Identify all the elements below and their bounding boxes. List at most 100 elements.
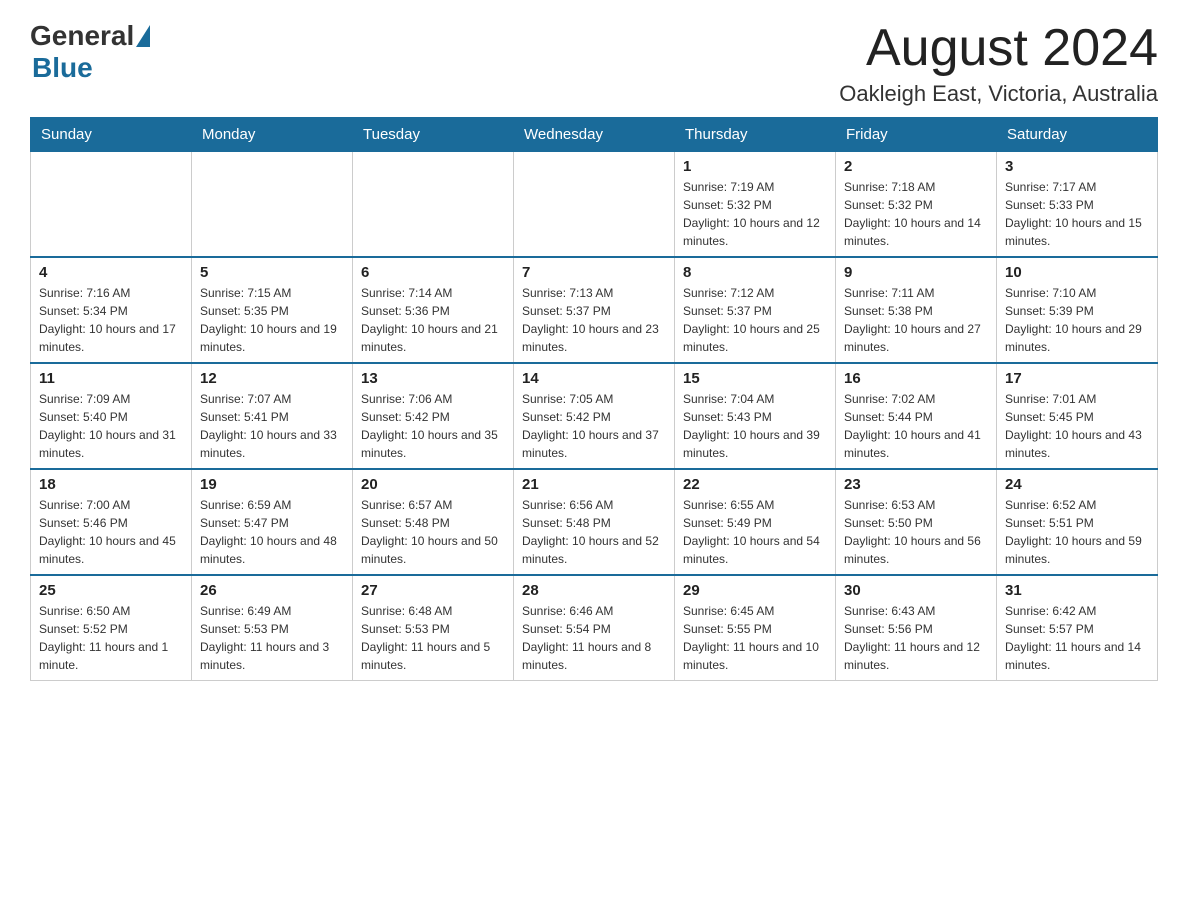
day-number: 24 bbox=[1005, 476, 1149, 493]
day-number: 23 bbox=[844, 476, 988, 493]
calendar-cell: 10 Sunrise: 7:10 AM Sunset: 5:39 PM Dayli… bbox=[997, 257, 1158, 363]
title-block: August 2024 Oakleigh East, Victoria, Aus… bbox=[839, 20, 1158, 107]
calendar-title: August 2024 bbox=[839, 20, 1158, 77]
day-info: Sunrise: 7:18 AM Sunset: 5:32 PM Dayligh… bbox=[844, 178, 988, 250]
calendar-cell: 4 Sunrise: 7:16 AM Sunset: 5:34 PM Daylig… bbox=[31, 257, 192, 363]
calendar-header-row: SundayMondayTuesdayWednesdayThursdayFrid… bbox=[31, 118, 1158, 152]
calendar-cell: 22 Sunrise: 6:55 AM Sunset: 5:49 PM Dayli… bbox=[675, 469, 836, 575]
calendar-cell bbox=[353, 152, 514, 258]
day-info: Sunrise: 6:42 AM Sunset: 5:57 PM Dayligh… bbox=[1005, 602, 1149, 674]
day-number: 2 bbox=[844, 158, 988, 175]
day-number: 13 bbox=[361, 370, 505, 387]
calendar-week-row: 4 Sunrise: 7:16 AM Sunset: 5:34 PM Daylig… bbox=[31, 257, 1158, 363]
calendar-cell: 17Sunrise: 7:01 AM Sunset: 5:45 PM Dayli… bbox=[997, 363, 1158, 469]
calendar-cell: 14 Sunrise: 7:05 AM Sunset: 5:42 PM Dayli… bbox=[514, 363, 675, 469]
day-info: Sunrise: 7:14 AM Sunset: 5:36 PM Dayligh… bbox=[361, 284, 505, 356]
day-info: Sunrise: 6:46 AM Sunset: 5:54 PM Dayligh… bbox=[522, 602, 666, 674]
calendar-cell: 21Sunrise: 6:56 AM Sunset: 5:48 PM Dayli… bbox=[514, 469, 675, 575]
day-info: Sunrise: 6:57 AM Sunset: 5:48 PM Dayligh… bbox=[361, 496, 505, 568]
calendar-cell: 6 Sunrise: 7:14 AM Sunset: 5:36 PM Daylig… bbox=[353, 257, 514, 363]
day-number: 22 bbox=[683, 476, 827, 493]
day-number: 16 bbox=[844, 370, 988, 387]
day-info: Sunrise: 7:07 AM Sunset: 5:41 PM Dayligh… bbox=[200, 390, 344, 462]
day-number: 25 bbox=[39, 582, 183, 599]
day-info: Sunrise: 7:06 AM Sunset: 5:42 PM Dayligh… bbox=[361, 390, 505, 462]
day-number: 12 bbox=[200, 370, 344, 387]
day-number: 27 bbox=[361, 582, 505, 599]
calendar-cell: 31 Sunrise: 6:42 AM Sunset: 5:57 PM Dayli… bbox=[997, 575, 1158, 681]
calendar-cell: 28 Sunrise: 6:46 AM Sunset: 5:54 PM Dayli… bbox=[514, 575, 675, 681]
day-number: 1 bbox=[683, 158, 827, 175]
logo-general-text: General bbox=[30, 20, 134, 52]
calendar-day-header: Friday bbox=[836, 118, 997, 152]
calendar-day-header: Sunday bbox=[31, 118, 192, 152]
day-number: 30 bbox=[844, 582, 988, 599]
day-number: 28 bbox=[522, 582, 666, 599]
calendar-cell: 15 Sunrise: 7:04 AM Sunset: 5:43 PM Dayli… bbox=[675, 363, 836, 469]
calendar-day-header: Wednesday bbox=[514, 118, 675, 152]
calendar-day-header: Tuesday bbox=[353, 118, 514, 152]
day-info: Sunrise: 7:17 AM Sunset: 5:33 PM Dayligh… bbox=[1005, 178, 1149, 250]
day-number: 20 bbox=[361, 476, 505, 493]
logo: GeneralBlue bbox=[30, 20, 150, 84]
day-info: Sunrise: 6:52 AM Sunset: 5:51 PM Dayligh… bbox=[1005, 496, 1149, 568]
day-number: 5 bbox=[200, 264, 344, 281]
day-info: Sunrise: 6:59 AM Sunset: 5:47 PM Dayligh… bbox=[200, 496, 344, 568]
day-number: 10 bbox=[1005, 264, 1149, 281]
day-number: 17 bbox=[1005, 370, 1149, 387]
calendar-cell bbox=[514, 152, 675, 258]
calendar-cell: 8 Sunrise: 7:12 AM Sunset: 5:37 PM Daylig… bbox=[675, 257, 836, 363]
calendar-cell: 20 Sunrise: 6:57 AM Sunset: 5:48 PM Dayli… bbox=[353, 469, 514, 575]
calendar-cell: 29 Sunrise: 6:45 AM Sunset: 5:55 PM Dayli… bbox=[675, 575, 836, 681]
calendar-table: SundayMondayTuesdayWednesdayThursdayFrid… bbox=[30, 117, 1158, 681]
day-info: Sunrise: 7:09 AM Sunset: 5:40 PM Dayligh… bbox=[39, 390, 183, 462]
day-number: 3 bbox=[1005, 158, 1149, 175]
calendar-cell: 19 Sunrise: 6:59 AM Sunset: 5:47 PM Dayli… bbox=[192, 469, 353, 575]
calendar-cell: 7Sunrise: 7:13 AM Sunset: 5:37 PM Daylig… bbox=[514, 257, 675, 363]
calendar-cell: 3 Sunrise: 7:17 AM Sunset: 5:33 PM Daylig… bbox=[997, 152, 1158, 258]
calendar-cell: 25 Sunrise: 6:50 AM Sunset: 5:52 PM Dayli… bbox=[31, 575, 192, 681]
day-number: 6 bbox=[361, 264, 505, 281]
day-info: Sunrise: 6:56 AM Sunset: 5:48 PM Dayligh… bbox=[522, 496, 666, 568]
calendar-cell: 16 Sunrise: 7:02 AM Sunset: 5:44 PM Dayli… bbox=[836, 363, 997, 469]
day-info: Sunrise: 7:12 AM Sunset: 5:37 PM Dayligh… bbox=[683, 284, 827, 356]
day-info: Sunrise: 6:55 AM Sunset: 5:49 PM Dayligh… bbox=[683, 496, 827, 568]
day-info: Sunrise: 6:49 AM Sunset: 5:53 PM Dayligh… bbox=[200, 602, 344, 674]
calendar-cell: 12 Sunrise: 7:07 AM Sunset: 5:41 PM Dayli… bbox=[192, 363, 353, 469]
day-number: 4 bbox=[39, 264, 183, 281]
calendar-cell: 13 Sunrise: 7:06 AM Sunset: 5:42 PM Dayli… bbox=[353, 363, 514, 469]
day-info: Sunrise: 6:43 AM Sunset: 5:56 PM Dayligh… bbox=[844, 602, 988, 674]
day-number: 19 bbox=[200, 476, 344, 493]
day-info: Sunrise: 7:19 AM Sunset: 5:32 PM Dayligh… bbox=[683, 178, 827, 250]
day-info: Sunrise: 7:04 AM Sunset: 5:43 PM Dayligh… bbox=[683, 390, 827, 462]
day-number: 31 bbox=[1005, 582, 1149, 599]
day-info: Sunrise: 6:53 AM Sunset: 5:50 PM Dayligh… bbox=[844, 496, 988, 568]
day-info: Sunrise: 6:45 AM Sunset: 5:55 PM Dayligh… bbox=[683, 602, 827, 674]
day-number: 15 bbox=[683, 370, 827, 387]
day-number: 7 bbox=[522, 264, 666, 281]
logo-triangle-icon bbox=[136, 25, 150, 47]
day-info: Sunrise: 7:16 AM Sunset: 5:34 PM Dayligh… bbox=[39, 284, 183, 356]
day-info: Sunrise: 6:48 AM Sunset: 5:53 PM Dayligh… bbox=[361, 602, 505, 674]
calendar-cell: 23 Sunrise: 6:53 AM Sunset: 5:50 PM Dayli… bbox=[836, 469, 997, 575]
day-number: 8 bbox=[683, 264, 827, 281]
day-info: Sunrise: 7:02 AM Sunset: 5:44 PM Dayligh… bbox=[844, 390, 988, 462]
calendar-cell: 2 Sunrise: 7:18 AM Sunset: 5:32 PM Daylig… bbox=[836, 152, 997, 258]
day-info: Sunrise: 7:10 AM Sunset: 5:39 PM Dayligh… bbox=[1005, 284, 1149, 356]
day-number: 18 bbox=[39, 476, 183, 493]
calendar-cell bbox=[31, 152, 192, 258]
calendar-day-header: Thursday bbox=[675, 118, 836, 152]
day-number: 11 bbox=[39, 370, 183, 387]
calendar-cell: 5Sunrise: 7:15 AM Sunset: 5:35 PM Daylig… bbox=[192, 257, 353, 363]
calendar-cell bbox=[192, 152, 353, 258]
day-number: 29 bbox=[683, 582, 827, 599]
calendar-cell: 9Sunrise: 7:11 AM Sunset: 5:38 PM Daylig… bbox=[836, 257, 997, 363]
calendar-cell: 30 Sunrise: 6:43 AM Sunset: 5:56 PM Dayli… bbox=[836, 575, 997, 681]
day-info: Sunrise: 6:50 AM Sunset: 5:52 PM Dayligh… bbox=[39, 602, 183, 674]
calendar-cell: 26Sunrise: 6:49 AM Sunset: 5:53 PM Dayli… bbox=[192, 575, 353, 681]
day-info: Sunrise: 7:05 AM Sunset: 5:42 PM Dayligh… bbox=[522, 390, 666, 462]
day-number: 14 bbox=[522, 370, 666, 387]
calendar-cell: 11 Sunrise: 7:09 AM Sunset: 5:40 PM Dayli… bbox=[31, 363, 192, 469]
calendar-cell: 18Sunrise: 7:00 AM Sunset: 5:46 PM Dayli… bbox=[31, 469, 192, 575]
calendar-cell: 27 Sunrise: 6:48 AM Sunset: 5:53 PM Dayli… bbox=[353, 575, 514, 681]
